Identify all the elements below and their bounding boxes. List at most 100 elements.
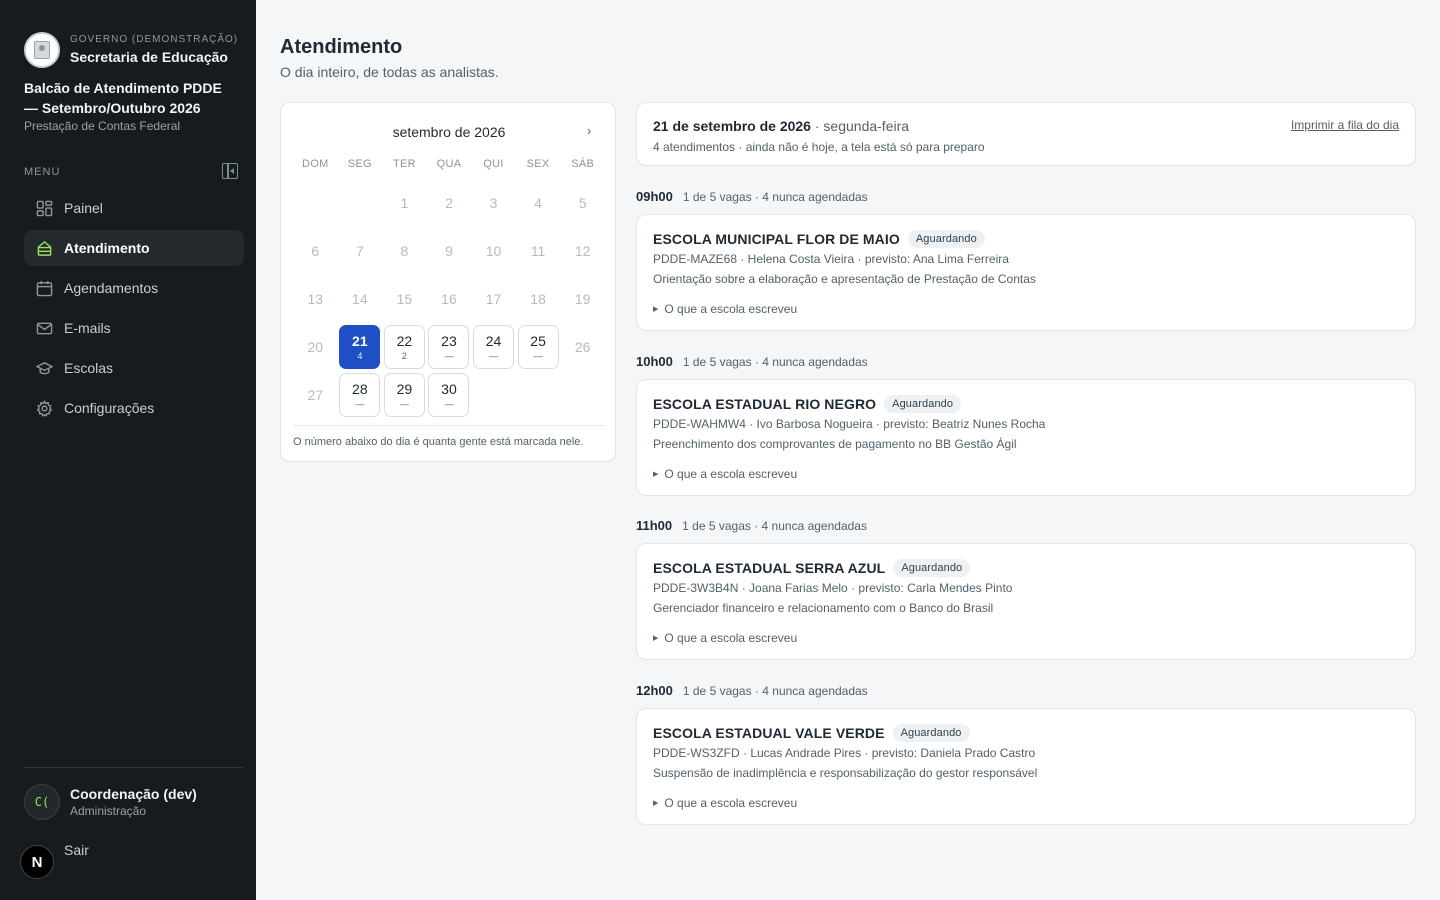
next-month-button[interactable]: › <box>587 123 591 138</box>
calendar-day: 18 <box>518 277 559 321</box>
calendar-day: 13 <box>295 277 336 321</box>
mail-icon <box>36 320 53 337</box>
calendar-cell: 23 — <box>427 323 472 371</box>
calendar-cell: 20 <box>293 323 338 371</box>
day-number: 29 <box>396 381 413 397</box>
sidebar-item-agendamentos[interactable]: Agendamentos <box>24 270 244 306</box>
day-booking-count: — <box>444 351 454 361</box>
slot-header: 11h00 1 de 5 vagas · 4 nunca agendadas <box>636 518 867 533</box>
appointment-topic: Preenchimento dos comprovantes de pagame… <box>653 437 1017 451</box>
day-number: 10 <box>485 243 502 259</box>
sidebar-item-escolas[interactable]: Escolas <box>24 350 244 386</box>
school-message-toggle[interactable]: ▶ O que a escola escreveu <box>653 796 797 810</box>
calendar-day: 27 <box>295 373 336 417</box>
day-summary: 4 atendimentos · ainda não é hoje, a tel… <box>653 140 985 154</box>
calendar-cell: 13 <box>293 275 338 323</box>
selected-weekday: · segunda-feira <box>814 118 910 134</box>
appointment-card[interactable]: ESCOLA ESTADUAL SERRA AZUL Aguardando PDDE… <box>636 543 1416 660</box>
calendar-cell: 3 <box>471 179 516 227</box>
day-number: 30 <box>441 381 457 397</box>
status-badge: Aguardando <box>892 724 970 742</box>
sidebar-item-label: Atendimento <box>64 240 150 256</box>
calendar-day: 2 <box>428 181 469 225</box>
sidebar-nav: Painel Atendimento Agendamentos E-mails … <box>24 190 244 430</box>
avatar: C( <box>24 784 60 820</box>
calendar-icon <box>36 280 53 297</box>
calendar-month-label: setembro de 2026 <box>392 124 506 140</box>
sidebar-item-emails[interactable]: E-mails <box>24 310 244 346</box>
weekday-header: DOM <box>301 158 329 170</box>
sidebar-item-atendimento[interactable]: Atendimento <box>24 230 244 266</box>
day-number: 18 <box>530 291 546 307</box>
calendar-day[interactable]: 29 — <box>383 373 425 417</box>
day-number: 11 <box>530 243 546 259</box>
org-name: Secretaria de Educação <box>70 49 228 65</box>
status-badge: Aguardando <box>907 230 985 248</box>
calendar-cell: 1 <box>382 179 427 227</box>
school-message-toggle[interactable]: ▶ O que a escola escreveu <box>653 467 797 481</box>
user-profile[interactable]: C( Coordenação (dev) Administração <box>24 784 197 820</box>
calendar-day: 1 <box>384 181 425 225</box>
calendar-day[interactable]: 25 — <box>517 325 559 369</box>
appointment-card[interactable]: ESCOLA MUNICIPAL FLOR DE MAIO Aguardando P… <box>636 214 1416 331</box>
school-message-toggle[interactable]: ▶ O que a escola escreveu <box>653 302 797 316</box>
slot-time: 12h00 <box>636 683 673 698</box>
collapse-sidebar-icon[interactable] <box>222 163 238 179</box>
school-name-row: ESCOLA MUNICIPAL FLOR DE MAIO Aguardando <box>653 230 985 248</box>
calendar-day[interactable]: 22 2 <box>383 325 425 369</box>
status-badge: Aguardando <box>884 395 962 413</box>
calendar-day[interactable]: 30 — <box>428 373 470 417</box>
day-number: 23 <box>441 333 457 349</box>
calendar-day: 20 <box>295 325 336 369</box>
day-number: 27 <box>307 387 324 403</box>
calendar-day: 10 <box>473 229 514 273</box>
gear-icon <box>36 399 53 417</box>
calendar-cell: 19 <box>560 275 605 323</box>
calendar-day[interactable]: 23 — <box>428 325 470 369</box>
day-number: 28 <box>352 381 368 397</box>
calendar-day: 9 <box>428 229 469 273</box>
calendar-cell: 6 <box>293 227 338 275</box>
government-seal-icon <box>24 32 60 68</box>
day-number: 4 <box>534 195 542 211</box>
school-name: ESCOLA ESTADUAL VALE VERDE <box>653 725 885 741</box>
day-booking-count: 2 <box>401 351 407 361</box>
disclosure-triangle-icon: ▶ <box>653 471 659 478</box>
sidebar-item-label: Escolas <box>64 360 114 376</box>
slot-capacity: 1 de 5 vagas · 4 nunca agendadas <box>682 519 867 533</box>
calendar-cell: 12 <box>560 227 605 275</box>
dev-tools-badge[interactable]: N <box>20 845 54 879</box>
appointment-card[interactable]: ESCOLA ESTADUAL RIO NEGRO Aguardando PDDE-… <box>636 379 1416 496</box>
calendar-day: 3 <box>473 181 514 225</box>
school-message-toggle-label: O que a escola escreveu <box>664 467 798 481</box>
calendar-cell: 25 — <box>516 323 561 371</box>
calendar-day-selected[interactable]: 21 4 <box>339 325 381 369</box>
weekday-header: QUA <box>436 158 462 170</box>
calendar-card: setembro de 2026 › DOM SEG TER QUA QUI SEX SÁB… <box>280 102 616 462</box>
calendar-day[interactable]: 24 — <box>473 325 515 369</box>
day-booking-count: — <box>444 399 454 409</box>
calendar-cell: 24 — <box>471 323 516 371</box>
slot-capacity: 1 de 5 vagas · 4 nunca agendadas <box>682 684 868 698</box>
sidebar-item-label: Agendamentos <box>64 280 159 296</box>
calendar-cell: 29 — <box>382 371 427 419</box>
appointment-topic: Suspensão de inadimplência e responsabil… <box>653 766 1038 780</box>
appointment-card[interactable]: ESCOLA ESTADUAL VALE VERDE Aguardando PDDE… <box>636 708 1416 825</box>
sidebar-item-configuracoes[interactable]: Configurações <box>24 390 244 426</box>
school-message-toggle[interactable]: ▶ O que a escola escreveu <box>653 631 797 645</box>
school-message-toggle-label: O que a escola escreveu <box>664 796 798 810</box>
calendar-day: 6 <box>295 229 336 273</box>
calendar-cell: 8 <box>382 227 427 275</box>
calendar-day: 4 <box>518 181 559 225</box>
logout-button[interactable]: Sair <box>64 842 89 858</box>
calendar-day[interactable]: 28 — <box>339 373 381 417</box>
appointment-topic: Gerenciador financeiro e relacionamento … <box>653 601 994 615</box>
calendar-cell: 4 <box>516 179 561 227</box>
slot-time: 11h00 <box>636 518 673 533</box>
day-number: 14 <box>352 291 368 307</box>
print-queue-link[interactable]: Imprimir a fila do dia <box>1291 118 1399 132</box>
sidebar-item-painel[interactable]: Painel <box>24 190 244 226</box>
calendar-day: 17 <box>473 277 514 321</box>
selected-date-label: 21 de setembro de 2026 <box>653 118 811 134</box>
page-title: Atendimento <box>280 36 403 58</box>
